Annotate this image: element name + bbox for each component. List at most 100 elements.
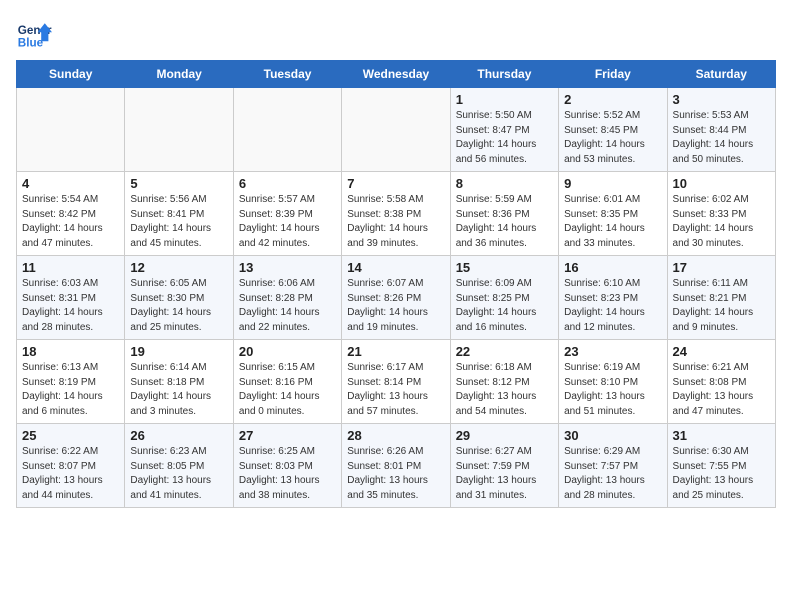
day-number: 25 <box>22 428 119 443</box>
day-number: 18 <box>22 344 119 359</box>
day-detail: Sunrise: 6:26 AM Sunset: 8:01 PM Dayligh… <box>347 445 444 503</box>
day-cell: 26 Sunrise: 6:23 AM Sunset: 8:05 PM Dayli… <box>125 424 233 508</box>
day-cell <box>233 88 341 172</box>
day-number: 1 <box>456 92 553 107</box>
day-cell: 14 Sunrise: 6:07 AM Sunset: 8:26 PM Dayli… <box>342 256 450 340</box>
day-number: 9 <box>564 176 661 191</box>
day-number: 16 <box>564 260 661 275</box>
day-number: 19 <box>130 344 227 359</box>
day-cell: 7 Sunrise: 5:58 AM Sunset: 8:38 PM Daylig… <box>342 172 450 256</box>
weekday-header-friday: Friday <box>559 61 667 88</box>
day-cell: 18Sunrise: 6:13 AM Sunset: 8:19 PM Dayli… <box>17 340 125 424</box>
day-cell: 2 Sunrise: 5:52 AM Sunset: 8:45 PM Daylig… <box>559 88 667 172</box>
day-cell <box>17 88 125 172</box>
day-detail: Sunrise: 6:03 AM Sunset: 8:31 PM Dayligh… <box>22 277 119 335</box>
day-detail: Sunrise: 5:56 AM Sunset: 8:41 PM Dayligh… <box>130 193 227 251</box>
day-cell: 22 Sunrise: 6:18 AM Sunset: 8:12 PM Dayli… <box>450 340 558 424</box>
day-cell: 3 Sunrise: 5:53 AM Sunset: 8:44 PM Daylig… <box>667 88 775 172</box>
day-number: 13 <box>239 260 336 275</box>
day-cell: 16 Sunrise: 6:10 AM Sunset: 8:23 PM Dayli… <box>559 256 667 340</box>
day-detail: Sunrise: 6:18 AM Sunset: 8:12 PM Dayligh… <box>456 361 553 419</box>
day-detail: Sunrise: 6:17 AM Sunset: 8:14 PM Dayligh… <box>347 361 444 419</box>
day-number: 22 <box>456 344 553 359</box>
day-detail: Sunrise: 6:27 AM Sunset: 7:59 PM Dayligh… <box>456 445 553 503</box>
day-cell: 25 Sunrise: 6:22 AM Sunset: 8:07 PM Dayli… <box>17 424 125 508</box>
day-detail: Sunrise: 5:54 AM Sunset: 8:42 PM Dayligh… <box>22 193 119 251</box>
day-detail: Sunrise: 6:21 AM Sunset: 8:08 PM Dayligh… <box>673 361 770 419</box>
weekday-header-monday: Monday <box>125 61 233 88</box>
day-detail: Sunrise: 6:05 AM Sunset: 8:30 PM Dayligh… <box>130 277 227 335</box>
day-cell: 15 Sunrise: 6:09 AM Sunset: 8:25 PM Dayli… <box>450 256 558 340</box>
weekday-header-row: SundayMondayTuesdayWednesdayThursdayFrid… <box>17 61 776 88</box>
day-number: 7 <box>347 176 444 191</box>
day-detail: Sunrise: 6:14 AM Sunset: 8:18 PM Dayligh… <box>130 361 227 419</box>
day-number: 6 <box>239 176 336 191</box>
day-cell: 17Sunrise: 6:11 AM Sunset: 8:21 PM Dayli… <box>667 256 775 340</box>
day-cell <box>125 88 233 172</box>
day-cell: 23 Sunrise: 6:19 AM Sunset: 8:10 PM Dayli… <box>559 340 667 424</box>
week-row-3: 11 Sunrise: 6:03 AM Sunset: 8:31 PM Dayli… <box>17 256 776 340</box>
day-cell: 10Sunrise: 6:02 AM Sunset: 8:33 PM Dayli… <box>667 172 775 256</box>
day-cell: 1 Sunrise: 5:50 AM Sunset: 8:47 PM Daylig… <box>450 88 558 172</box>
day-detail: Sunrise: 6:06 AM Sunset: 8:28 PM Dayligh… <box>239 277 336 335</box>
weekday-header-saturday: Saturday <box>667 61 775 88</box>
week-row-4: 18Sunrise: 6:13 AM Sunset: 8:19 PM Dayli… <box>17 340 776 424</box>
day-detail: Sunrise: 6:10 AM Sunset: 8:23 PM Dayligh… <box>564 277 661 335</box>
day-detail: Sunrise: 6:29 AM Sunset: 7:57 PM Dayligh… <box>564 445 661 503</box>
day-number: 3 <box>673 92 770 107</box>
day-cell: 12Sunrise: 6:05 AM Sunset: 8:30 PM Dayli… <box>125 256 233 340</box>
day-number: 11 <box>22 260 119 275</box>
day-number: 26 <box>130 428 227 443</box>
day-detail: Sunrise: 5:58 AM Sunset: 8:38 PM Dayligh… <box>347 193 444 251</box>
day-cell: 24 Sunrise: 6:21 AM Sunset: 8:08 PM Dayli… <box>667 340 775 424</box>
day-detail: Sunrise: 5:59 AM Sunset: 8:36 PM Dayligh… <box>456 193 553 251</box>
day-cell: 13 Sunrise: 6:06 AM Sunset: 8:28 PM Dayli… <box>233 256 341 340</box>
day-detail: Sunrise: 6:22 AM Sunset: 8:07 PM Dayligh… <box>22 445 119 503</box>
logo: General Blue <box>16 16 56 52</box>
day-cell: 8 Sunrise: 5:59 AM Sunset: 8:36 PM Daylig… <box>450 172 558 256</box>
calendar-table: SundayMondayTuesdayWednesdayThursdayFrid… <box>16 60 776 508</box>
day-number: 29 <box>456 428 553 443</box>
weekday-header-wednesday: Wednesday <box>342 61 450 88</box>
week-row-5: 25 Sunrise: 6:22 AM Sunset: 8:07 PM Dayli… <box>17 424 776 508</box>
day-detail: Sunrise: 6:01 AM Sunset: 8:35 PM Dayligh… <box>564 193 661 251</box>
day-number: 20 <box>239 344 336 359</box>
day-number: 23 <box>564 344 661 359</box>
day-cell: 6Sunrise: 5:57 AM Sunset: 8:39 PM Daylig… <box>233 172 341 256</box>
day-number: 27 <box>239 428 336 443</box>
weekday-header-thursday: Thursday <box>450 61 558 88</box>
week-row-1: 1 Sunrise: 5:50 AM Sunset: 8:47 PM Daylig… <box>17 88 776 172</box>
day-cell: 5Sunrise: 5:56 AM Sunset: 8:41 PM Daylig… <box>125 172 233 256</box>
day-cell: 29 Sunrise: 6:27 AM Sunset: 7:59 PM Dayli… <box>450 424 558 508</box>
day-cell: 30 Sunrise: 6:29 AM Sunset: 7:57 PM Dayli… <box>559 424 667 508</box>
weekday-header-tuesday: Tuesday <box>233 61 341 88</box>
day-detail: Sunrise: 6:23 AM Sunset: 8:05 PM Dayligh… <box>130 445 227 503</box>
day-detail: Sunrise: 6:19 AM Sunset: 8:10 PM Dayligh… <box>564 361 661 419</box>
day-number: 24 <box>673 344 770 359</box>
day-cell: 28Sunrise: 6:26 AM Sunset: 8:01 PM Dayli… <box>342 424 450 508</box>
day-number: 31 <box>673 428 770 443</box>
day-cell: 9 Sunrise: 6:01 AM Sunset: 8:35 PM Daylig… <box>559 172 667 256</box>
day-detail: Sunrise: 5:52 AM Sunset: 8:45 PM Dayligh… <box>564 109 661 167</box>
day-number: 15 <box>456 260 553 275</box>
day-cell: 4Sunrise: 5:54 AM Sunset: 8:42 PM Daylig… <box>17 172 125 256</box>
day-detail: Sunrise: 6:02 AM Sunset: 8:33 PM Dayligh… <box>673 193 770 251</box>
day-detail: Sunrise: 6:07 AM Sunset: 8:26 PM Dayligh… <box>347 277 444 335</box>
day-number: 30 <box>564 428 661 443</box>
day-detail: Sunrise: 5:50 AM Sunset: 8:47 PM Dayligh… <box>456 109 553 167</box>
day-number: 8 <box>456 176 553 191</box>
day-cell: 31Sunrise: 6:30 AM Sunset: 7:55 PM Dayli… <box>667 424 775 508</box>
logo-icon: General Blue <box>16 16 52 52</box>
day-detail: Sunrise: 5:53 AM Sunset: 8:44 PM Dayligh… <box>673 109 770 167</box>
svg-text:Blue: Blue <box>18 37 44 50</box>
week-row-2: 4Sunrise: 5:54 AM Sunset: 8:42 PM Daylig… <box>17 172 776 256</box>
header: General Blue <box>16 16 776 52</box>
day-number: 21 <box>347 344 444 359</box>
day-cell <box>342 88 450 172</box>
day-cell: 11 Sunrise: 6:03 AM Sunset: 8:31 PM Dayli… <box>17 256 125 340</box>
day-detail: Sunrise: 6:09 AM Sunset: 8:25 PM Dayligh… <box>456 277 553 335</box>
day-number: 17 <box>673 260 770 275</box>
day-detail: Sunrise: 6:15 AM Sunset: 8:16 PM Dayligh… <box>239 361 336 419</box>
day-number: 14 <box>347 260 444 275</box>
day-number: 2 <box>564 92 661 107</box>
